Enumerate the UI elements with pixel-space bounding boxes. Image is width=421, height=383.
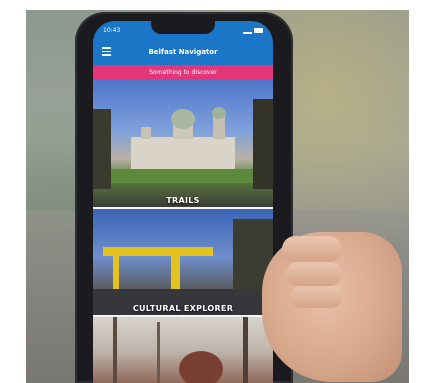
crane-image xyxy=(93,219,273,315)
phone: 10:43 Belfast Navigator Something to dis… xyxy=(75,12,293,383)
app-title: Belfast Navigator xyxy=(148,48,218,56)
third-card-image xyxy=(113,317,248,383)
banner-text: Something to discover xyxy=(149,68,217,76)
app-header: Belfast Navigator xyxy=(93,39,273,65)
finger xyxy=(282,236,342,262)
status-time: 10:43 xyxy=(103,26,121,34)
promo-banner[interactable]: Something to discover xyxy=(93,65,273,79)
phone-screen: 10:43 Belfast Navigator Something to dis… xyxy=(93,21,273,383)
menu-icon[interactable] xyxy=(102,47,111,56)
card-cultural-explorer[interactable]: CULTURAL EXPLORER xyxy=(93,209,273,315)
card-trails[interactable]: TRAILS xyxy=(93,79,273,207)
signal-icon xyxy=(243,27,252,34)
card-third[interactable] xyxy=(93,317,273,383)
finger xyxy=(290,286,342,308)
card-title: CULTURAL EXPLORER xyxy=(132,304,234,313)
battery-icon xyxy=(254,27,263,33)
phone-notch xyxy=(151,21,215,34)
city-hall-image xyxy=(93,99,273,189)
status-icons xyxy=(243,27,263,34)
finger xyxy=(286,262,342,286)
card-title: TRAILS xyxy=(166,196,200,205)
